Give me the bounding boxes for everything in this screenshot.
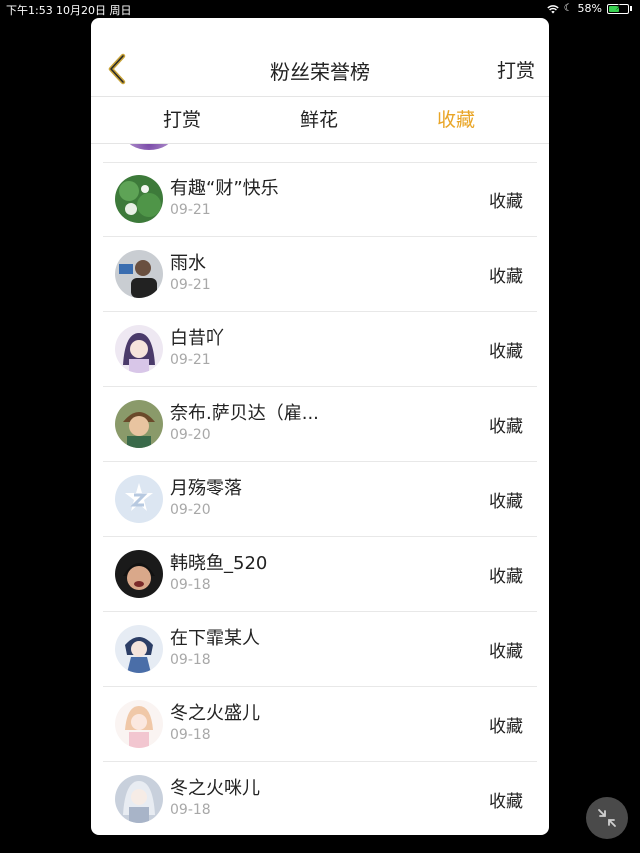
avatar [115, 550, 163, 598]
fan-name: 白昔吖 [170, 328, 224, 349]
action-label: 收藏 [489, 417, 523, 437]
fan-name: 在下霏某人 [170, 628, 260, 649]
action-label: 收藏 [489, 192, 523, 212]
avatar [115, 175, 163, 223]
fan-name: 雨水 [170, 253, 206, 274]
fan-date: 09-18 [170, 727, 211, 743]
list-item[interactable]: 韩晓鱼_520 09-18 收藏 [103, 537, 537, 612]
battery-icon: ⚡ [607, 1, 629, 14]
fan-name: 月殇零落 [170, 478, 242, 499]
list-item[interactable]: 白昔吖 09-21 收藏 [103, 312, 537, 387]
list-item[interactable]: 有趣“财”快乐 09-21 收藏 [103, 162, 537, 237]
fan-date: 09-18 [170, 802, 211, 818]
avatar [115, 250, 163, 298]
avatar [125, 144, 173, 150]
minimize-arrows-icon [598, 809, 616, 827]
battery-tip [630, 6, 632, 11]
action-label: 收藏 [489, 792, 523, 812]
tab-favorites[interactable]: 收藏 [411, 105, 501, 132]
fan-date: 09-18 [170, 652, 211, 668]
tab-tip[interactable]: 打赏 [137, 105, 227, 132]
fan-list[interactable]: 有趣“财”快乐 09-21 收藏 雨水 09-21 收藏 白昔吖 09-21 收… [91, 144, 549, 835]
fan-name: 冬之火盛儿 [170, 703, 260, 724]
avatar [115, 625, 163, 673]
fan-date: 09-20 [170, 502, 211, 518]
status-time: 下午1:53 [6, 4, 53, 17]
fan-name: 有趣“财”快乐 [170, 178, 279, 199]
avatar [115, 325, 163, 373]
status-bar: 下午1:53 10月20日 周日 ☾ 58% ⚡ [0, 0, 640, 18]
fan-date: 09-21 [170, 352, 211, 368]
action-label: 收藏 [489, 717, 523, 737]
fan-name: 奈布.萨贝达（雇... [170, 403, 319, 424]
fan-date: 09-20 [170, 427, 211, 443]
list-item[interactable]: 月殇零落 09-20 收藏 [103, 462, 537, 537]
list-item[interactable]: 雨水 09-21 收藏 [103, 237, 537, 312]
charging-bolt-icon: ⚡ [615, 1, 623, 13]
avatar [115, 400, 163, 448]
fan-date: 09-21 [170, 277, 211, 293]
tip-button[interactable]: 打赏 [497, 56, 535, 83]
fan-honor-panel: 粉丝荣誉榜 打赏 打赏 鲜花 收藏 有趣“财”快乐 09-21 收藏 雨水 09… [91, 18, 549, 835]
avatar [115, 700, 163, 748]
status-right: ☾ 58% ⚡ [546, 1, 632, 15]
list-item[interactable]: 冬之火盛儿 09-18 收藏 [103, 687, 537, 762]
tab-flowers[interactable]: 鲜花 [274, 105, 364, 132]
list-item-partial [103, 144, 537, 163]
page-title: 粉丝荣誉榜 [270, 60, 370, 84]
fan-date: 09-21 [170, 202, 211, 218]
list-item[interactable]: 冬之火咪儿 09-18 收藏 [103, 762, 537, 835]
action-label: 收藏 [489, 567, 523, 587]
minimize-button[interactable] [586, 797, 628, 839]
list-item[interactable]: 在下霏某人 09-18 收藏 [103, 612, 537, 687]
list-item[interactable]: 奈布.萨贝达（雇... 09-20 收藏 [103, 387, 537, 462]
battery-percent: 58% [577, 2, 602, 15]
action-label: 收藏 [489, 492, 523, 512]
avatar [115, 475, 163, 523]
action-label: 收藏 [489, 267, 523, 287]
moon-icon: ☾ [563, 3, 573, 14]
fan-name: 冬之火咪儿 [170, 778, 260, 799]
fan-date: 09-18 [170, 577, 211, 593]
fan-name: 韩晓鱼_520 [170, 553, 268, 574]
status-date: 10月20日 周日 [56, 4, 132, 17]
action-label: 收藏 [489, 642, 523, 662]
wifi-icon [546, 4, 559, 13]
avatar [115, 775, 163, 823]
nav-bar: 粉丝荣誉榜 打赏 [91, 18, 549, 97]
action-label: 收藏 [489, 342, 523, 362]
tab-bar: 打赏 鲜花 收藏 [91, 97, 549, 144]
